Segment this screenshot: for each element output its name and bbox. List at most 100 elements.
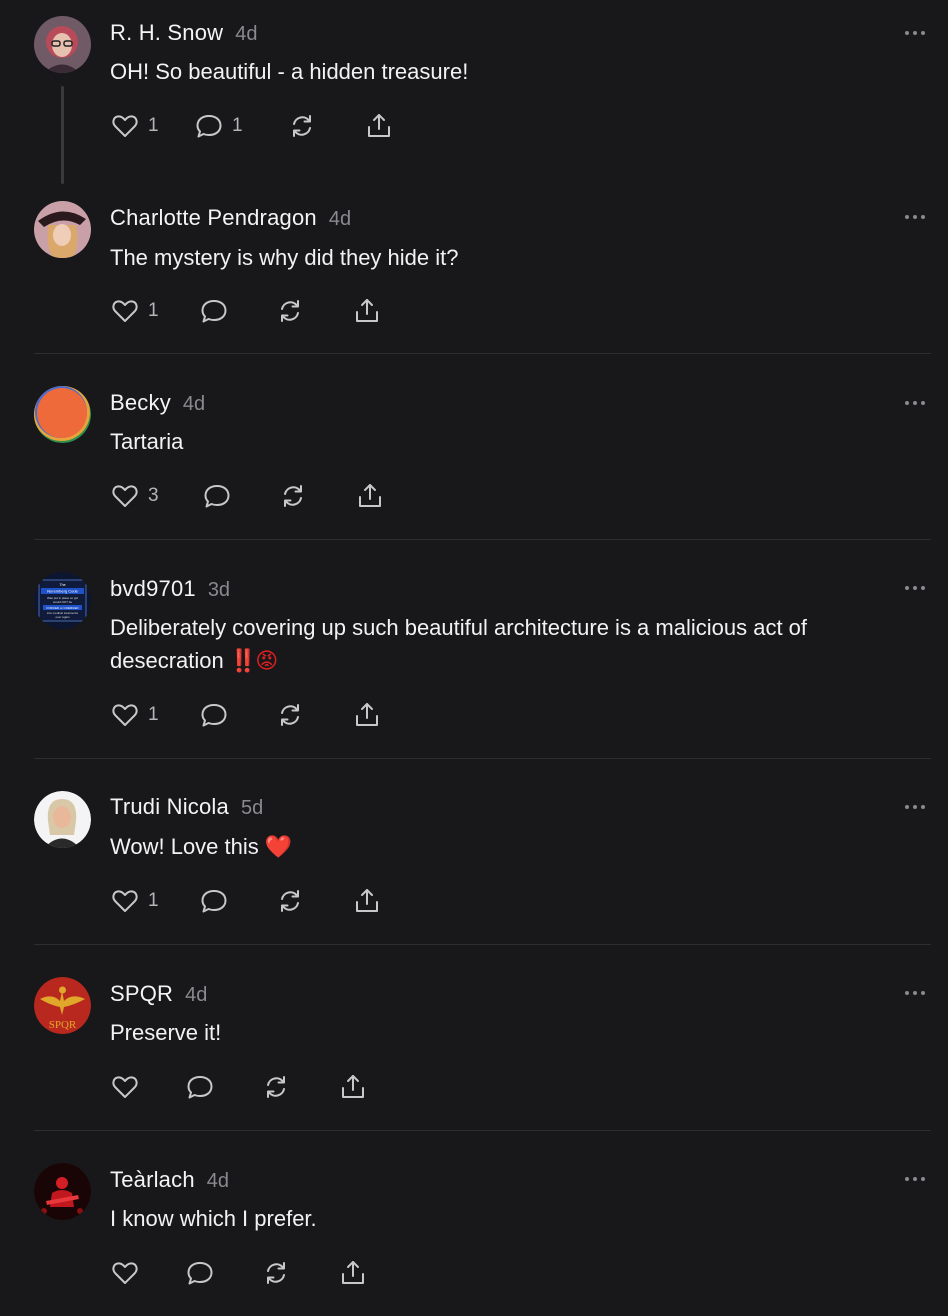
more-icon[interactable] <box>904 584 926 592</box>
avatar[interactable]: The Nuremberg Code Was put in place so p… <box>34 572 91 629</box>
heart-icon <box>112 704 138 726</box>
like-button[interactable]: 1 <box>110 886 159 916</box>
heart-icon <box>112 485 138 507</box>
share-icon <box>342 1075 364 1098</box>
more-icon[interactable] <box>904 1175 926 1183</box>
share-button[interactable] <box>338 1072 368 1102</box>
like-button[interactable] <box>110 1258 140 1288</box>
reply-count: 1 <box>232 115 243 136</box>
more-icon[interactable] <box>904 989 926 997</box>
comment-icon <box>187 1262 213 1285</box>
comment-icon <box>201 890 227 913</box>
repost-button[interactable] <box>275 700 305 730</box>
timestamp: 4d <box>182 393 206 415</box>
reply-button[interactable] <box>199 700 229 730</box>
reply-button[interactable] <box>199 886 229 916</box>
emoji: ❤️ <box>264 834 293 859</box>
post-header: R. H. Snow 4d <box>110 20 258 46</box>
post-header: Trudi Nicola 5d <box>110 794 263 820</box>
share-icon <box>342 1261 364 1284</box>
author-name[interactable]: Teàrlach <box>110 1167 195 1192</box>
avatar-line3: FORCED or COERCED <box>46 606 79 610</box>
share-icon <box>356 703 378 726</box>
author-name[interactable]: R. H. Snow <box>110 20 223 45</box>
reply-button[interactable] <box>199 296 229 326</box>
like-count: 1 <box>148 115 159 136</box>
avatar-header: Nuremberg Code <box>47 589 78 594</box>
author-name[interactable]: bvd9701 <box>110 576 196 601</box>
more-icon[interactable] <box>904 399 926 407</box>
timestamp: 4d <box>328 208 352 230</box>
repost-icon <box>293 115 311 137</box>
heart-icon <box>112 1076 138 1098</box>
avatar[interactable] <box>34 1163 91 1220</box>
comment-post: Trudi Nicola 5d Wow! Love this ❤️ 1 <box>0 759 948 945</box>
like-button[interactable]: 1 <box>110 700 159 730</box>
more-icon[interactable] <box>904 803 926 811</box>
repost-icon <box>281 890 299 912</box>
comment-text-line1: Deliberately covering up such beautiful … <box>110 615 808 640</box>
avatar[interactable] <box>34 791 91 848</box>
post-header: Charlotte Pendragon 4d <box>110 205 351 231</box>
comment-text: Wow! Love this ❤️ <box>110 830 910 863</box>
like-button[interactable] <box>110 1072 140 1102</box>
more-icon[interactable] <box>904 213 926 221</box>
comment-post: SPQR SPQR 4d Preserve it! <box>0 945 948 1131</box>
share-button[interactable] <box>355 481 385 511</box>
reply-button[interactable]: 1 <box>194 111 243 141</box>
like-button[interactable]: 3 <box>110 481 159 511</box>
comment-text: Tartaria <box>110 429 184 454</box>
post-header: Becky 4d <box>110 390 205 416</box>
repost-button[interactable] <box>275 296 305 326</box>
author-name[interactable]: Becky <box>110 390 171 415</box>
comment-text-line2: desecration ‼️😡 <box>110 644 910 677</box>
reply-button[interactable] <box>185 1258 215 1288</box>
share-button[interactable] <box>352 886 382 916</box>
comment-icon <box>204 485 230 508</box>
heart-icon <box>112 1262 138 1284</box>
thread-line <box>61 86 64 184</box>
author-name[interactable]: Trudi Nicola <box>110 794 229 819</box>
more-icon[interactable] <box>904 29 926 37</box>
share-button[interactable] <box>352 296 382 326</box>
share-button[interactable] <box>364 111 394 141</box>
repost-button[interactable] <box>261 1072 291 1102</box>
like-count: 1 <box>148 300 159 321</box>
like-button[interactable]: 1 <box>110 296 159 326</box>
avatar-text: SPQR <box>49 1019 77 1031</box>
author-name[interactable]: SPQR <box>110 981 173 1006</box>
comment-icon <box>187 1076 213 1099</box>
repost-icon <box>281 704 299 726</box>
share-button[interactable] <box>352 700 382 730</box>
post-header: SPQR 4d <box>110 981 207 1007</box>
avatar-line5: ever again <box>55 615 69 619</box>
avatar[interactable] <box>34 201 91 258</box>
avatar[interactable] <box>34 386 91 443</box>
author-name[interactable]: Charlotte Pendragon <box>110 205 317 230</box>
like-count: 3 <box>148 485 159 506</box>
share-icon <box>356 889 378 912</box>
repost-button[interactable] <box>275 886 305 916</box>
like-count: 1 <box>148 704 159 725</box>
timestamp: 4d <box>185 984 208 1006</box>
comment-post: R. H. Snow 4d OH! So beautiful - a hidden… <box>0 0 948 190</box>
repost-button[interactable] <box>278 481 308 511</box>
share-icon <box>368 114 390 137</box>
post-header: bvd9701 3d <box>110 576 230 602</box>
comment-text: OH! So beautiful - a hidden treasure! <box>110 59 469 84</box>
reply-button[interactable] <box>185 1072 215 1102</box>
like-count: 1 <box>148 890 159 911</box>
comment-text: Preserve it! <box>110 1020 222 1045</box>
avatar[interactable]: SPQR <box>34 977 91 1034</box>
repost-button[interactable] <box>261 1258 291 1288</box>
reply-button[interactable] <box>202 481 232 511</box>
heart-icon <box>112 890 138 912</box>
repost-button[interactable] <box>287 111 317 141</box>
like-button[interactable]: 1 <box>110 111 159 141</box>
comment-post: Becky 4d Tartaria 3 <box>0 354 948 540</box>
share-button[interactable] <box>338 1258 368 1288</box>
avatar[interactable] <box>34 16 91 73</box>
timestamp: 4d <box>206 1170 230 1192</box>
avatar-line2: would NOT be <box>53 600 72 604</box>
comment-icon <box>196 115 222 138</box>
